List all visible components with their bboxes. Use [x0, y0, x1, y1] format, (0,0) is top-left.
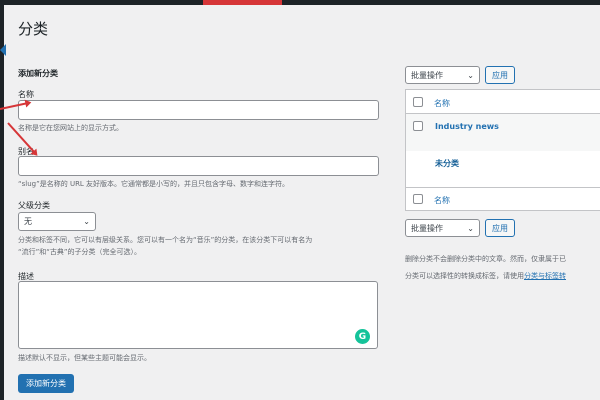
- category-name-link[interactable]: 未分类: [435, 158, 459, 169]
- slug-help: “slug”是名称的 URL 友好版本。它通常都是小写的，并且只包含字母、数字和…: [18, 180, 290, 188]
- delete-note-line-1: 删除分类不会删除分类中的文章。然而，仅隶属于已: [405, 255, 566, 263]
- bulk-action-value: 批量操作: [411, 70, 443, 80]
- description-textarea[interactable]: [18, 281, 378, 349]
- bulk-action-select-bottom[interactable]: 批量操作 ⌄: [405, 219, 480, 237]
- name-input[interactable]: [18, 100, 379, 120]
- slug-input[interactable]: [18, 156, 379, 176]
- bulk-action-value: 批量操作: [411, 223, 443, 233]
- name-help: 名称是它在您网站上的显示方式。: [18, 124, 123, 132]
- form-heading: 添加新分类: [18, 69, 58, 78]
- admin-sidebar: [0, 5, 4, 400]
- select-all-checkbox[interactable]: [413, 97, 423, 107]
- row-checkbox[interactable]: [413, 121, 423, 131]
- category-tag-converter-link[interactable]: 分类与标签转: [524, 272, 566, 280]
- chevron-down-icon: ⌄: [467, 70, 474, 80]
- category-name-link[interactable]: Industry news: [435, 122, 499, 131]
- column-header-name[interactable]: 名称: [434, 98, 450, 109]
- delete-note-line-2: 分类可以选择性的转换成标签，请使用分类与标签转: [405, 270, 566, 282]
- chevron-down-icon: ⌄: [467, 223, 474, 233]
- table-footer: 名称: [406, 188, 600, 211]
- parent-help-line-1: 分类和标签不同，它可以有层级关系。您可以有一个名为“音乐”的分类，在该分类下可以…: [18, 236, 313, 244]
- add-category-button[interactable]: 添加新分类: [18, 374, 74, 393]
- admin-bar: [0, 0, 600, 5]
- note-text: 分类可以选择性的转换成标签，请使用: [405, 272, 524, 280]
- apply-button-top[interactable]: 应用: [485, 66, 515, 84]
- chevron-down-icon: ⌄: [83, 217, 90, 226]
- apply-button-bottom[interactable]: 应用: [485, 219, 515, 237]
- bulk-action-select-top[interactable]: 批量操作 ⌄: [405, 66, 480, 84]
- description-help: 描述默认不显示，但某些主题可能会显示。: [18, 354, 151, 362]
- table-row: 未分类: [406, 151, 600, 188]
- parent-label: 父级分类: [18, 201, 50, 210]
- parent-help-line-2: “流行”和“古典”的子分类（完全可选）。: [18, 248, 142, 256]
- table-row: Industry news: [406, 114, 600, 151]
- table-header: 名称: [406, 90, 600, 114]
- admin-bar-highlight: [203, 0, 282, 5]
- category-table: 名称 Industry news 未分类 名称: [405, 89, 600, 211]
- sidebar-current-indicator: [0, 44, 6, 56]
- select-all-checkbox-footer[interactable]: [413, 194, 423, 204]
- parent-select[interactable]: 无 ⌄: [18, 212, 96, 231]
- page-title: 分类: [18, 20, 49, 38]
- grammarly-icon[interactable]: G: [355, 329, 370, 344]
- parent-select-value: 无: [24, 217, 32, 226]
- column-footer-name[interactable]: 名称: [434, 195, 450, 206]
